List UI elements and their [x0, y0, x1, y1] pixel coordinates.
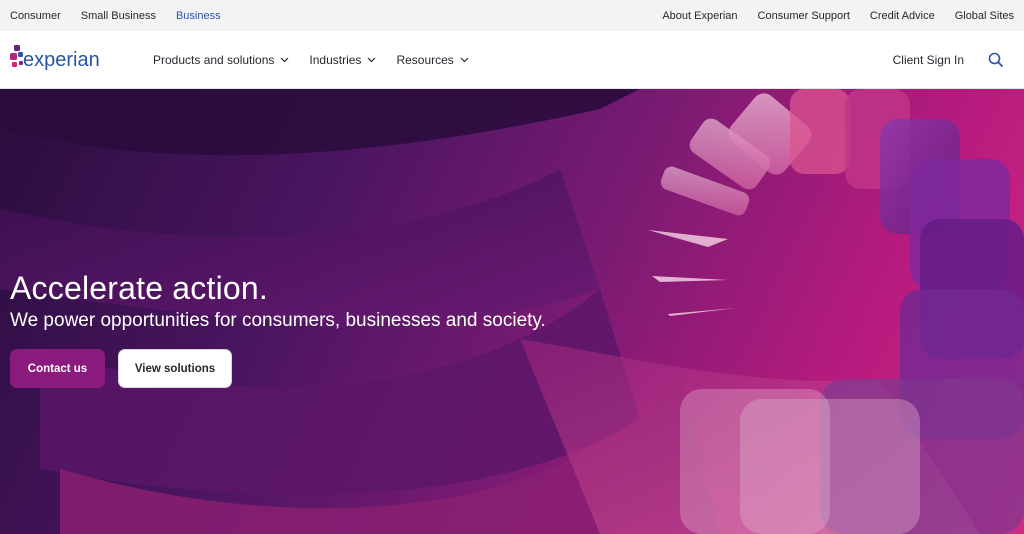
audience-links: Consumer Small Business Business	[10, 10, 241, 22]
logo-wordmark: experian	[23, 49, 100, 71]
main-navigation: experian Products and solutions Industri…	[0, 31, 1024, 89]
utility-link-about[interactable]: About Experian	[662, 10, 737, 22]
client-sign-in-link[interactable]: Client Sign In	[893, 53, 964, 67]
hero-banner: Accelerate action. We power opportunitie…	[0, 89, 1024, 534]
experian-logo[interactable]: experian	[10, 40, 120, 80]
corporate-links: About Experian Consumer Support Credit A…	[642, 10, 1014, 22]
nav-item-label: Resources	[396, 52, 454, 67]
logo-mark: experian	[10, 44, 100, 71]
chevron-down-icon	[367, 57, 376, 63]
view-solutions-button[interactable]: View solutions	[118, 349, 232, 388]
hero-subtitle: We power opportunities for consumers, bu…	[10, 310, 546, 331]
utility-link-consumer-support[interactable]: Consumer Support	[758, 10, 850, 22]
utility-bar: Consumer Small Business Business About E…	[0, 0, 1024, 31]
nav-item-label: Industries	[309, 52, 362, 67]
hero-title: Accelerate action.	[10, 270, 268, 306]
search-button[interactable]	[986, 50, 1006, 70]
utility-link-consumer[interactable]: Consumer	[10, 10, 61, 22]
utility-link-credit-advice[interactable]: Credit Advice	[870, 10, 935, 22]
nav-item-resources[interactable]: Resources	[396, 52, 469, 67]
nav-item-industries[interactable]: Industries	[309, 53, 376, 67]
utility-link-small-business[interactable]: Small Business	[81, 10, 156, 22]
nav-item-label: Products and solutions	[153, 52, 275, 67]
chevron-down-icon	[280, 57, 289, 63]
hero-content: Accelerate action. We power opportunitie…	[10, 269, 546, 388]
nav-item-products[interactable]: Products and solutions	[153, 53, 289, 67]
nav-actions: Client Sign In	[893, 50, 1014, 70]
utility-link-business[interactable]: Business	[176, 10, 221, 22]
hero-actions: Contact us View solutions	[10, 349, 546, 388]
search-icon	[988, 52, 1004, 67]
primary-menu: Products and solutions Industries Resour…	[153, 53, 489, 67]
contact-us-button[interactable]: Contact us	[10, 349, 105, 388]
chevron-down-icon	[460, 57, 469, 63]
utility-link-global-sites[interactable]: Global Sites	[955, 10, 1014, 22]
